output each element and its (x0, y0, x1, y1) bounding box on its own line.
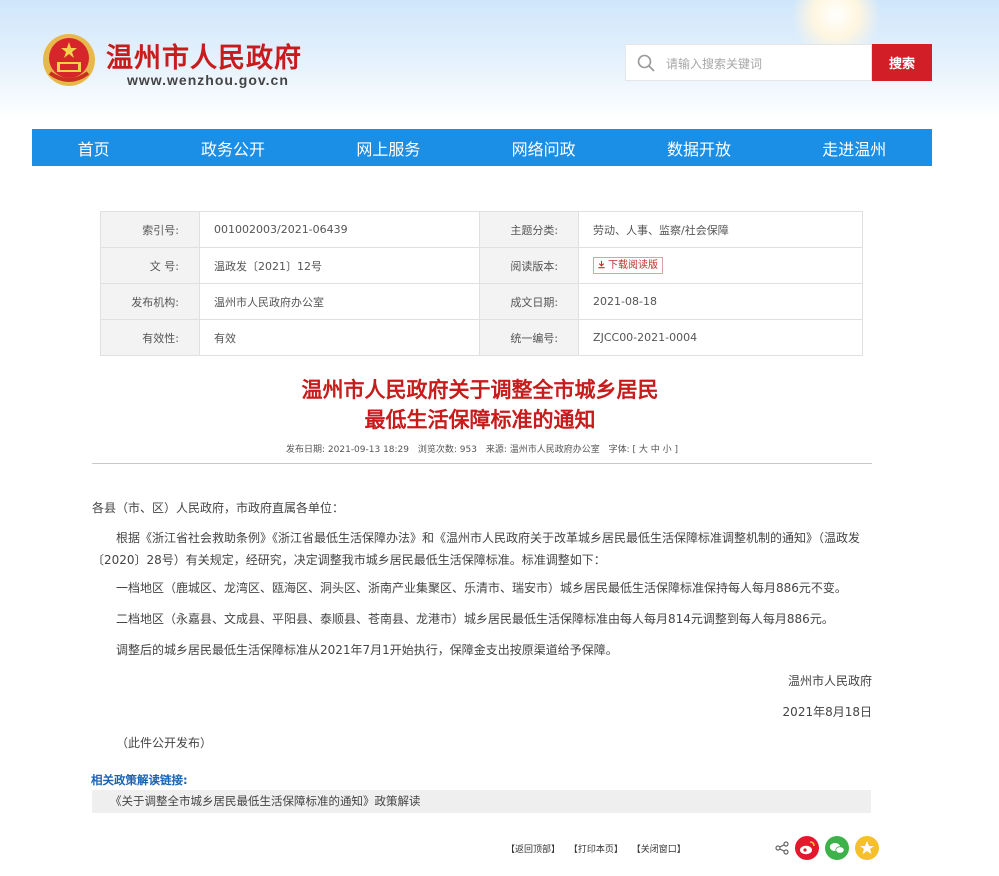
nav-item-about-wenzhou[interactable]: 走进温州 (810, 136, 898, 160)
search-box (625, 44, 872, 81)
table-row: 文 号: 温政发〔2021〕12号 阅读版本: 下载阅读版 (100, 247, 863, 284)
related-policy-bar: 《关于调整全市城乡居民最低生活保障标准的通知》政策解读 (92, 790, 871, 813)
share-icon (775, 841, 789, 855)
document-meta-table: 索引号: 001002003/2021-06439 主题分类: 劳动、人事、监察… (100, 211, 863, 356)
paragraph-basis: 根据《浙江省社会救助条例》《浙江省最低生活保障办法》和《温州市人民政府关于改革城… (92, 531, 861, 567)
table-row: 有效性: 有效 统一编号: ZJCC00-2021-0004 (100, 319, 863, 356)
font-size-switcher[interactable]: 字体: [ 大 中 小 ] (609, 445, 678, 455)
doc-no-value: 温政发〔2021〕12号 (198, 247, 481, 284)
nav-item-open-data[interactable]: 数据开放 (655, 136, 743, 160)
article-meta: 发布日期: 2021-09-13 18:29 浏览次数: 953 来源: 温州市… (92, 442, 872, 455)
download-icon (598, 260, 605, 269)
weibo-icon[interactable] (795, 836, 819, 860)
validity-label: 有效性: (100, 319, 200, 356)
share-bar (775, 836, 879, 860)
article-title-line2: 最低生活保障标准的通知 (364, 408, 596, 432)
close-window-link[interactable]: 【关闭窗口】 (632, 845, 686, 855)
print-page-link[interactable]: 【打印本页】 (569, 845, 623, 855)
salutation: 各县（市、区）人民政府，市政府直属各单位： (92, 501, 345, 515)
site-url: www.wenzhou.gov.cn (127, 72, 289, 88)
public-note: （此件公开发布） (116, 736, 213, 750)
site-title[interactable]: 温州市人民政府 (106, 36, 302, 75)
index-value: 001002003/2021-06439 (198, 211, 481, 248)
doc-no-label: 文 号: (100, 247, 200, 284)
paragraph-effective: 调整后的城乡居民最低生活保障标准从2021年7月1开始执行，保障金支出按原渠道给… (116, 643, 618, 657)
issuer-label: 发布机构: (100, 283, 200, 320)
paragraph-tier1: 一档地区（鹿城区、龙湾区、瓯海区、洞头区、浙南产业集聚区、乐清市、瑞安市）城乡居… (116, 581, 847, 595)
nav-item-online-service[interactable]: 网上服务 (344, 136, 432, 160)
serial-value: ZJCC00-2021-0004 (578, 319, 863, 356)
issuer-value: 温州市人民政府办公室 (198, 283, 481, 320)
nav-item-online-inquiry[interactable]: 网络问政 (500, 136, 588, 160)
topic-value: 劳动、人事、监察/社会保障 (578, 211, 863, 248)
serial-label: 统一编号: (479, 319, 580, 356)
back-to-top-link[interactable]: 【返回顶部】 (506, 845, 560, 855)
wechat-icon[interactable] (825, 836, 849, 860)
search-input[interactable] (664, 53, 868, 75)
paragraph-tier2: 二档地区（永嘉县、文成县、平阳县、泰顺县、苍南县、龙港市）城乡居民最低生活保障标… (116, 612, 834, 626)
table-row: 索引号: 001002003/2021-06439 主题分类: 劳动、人事、监察… (100, 211, 863, 248)
topic-label: 主题分类: (479, 211, 580, 248)
index-label: 索引号: (100, 211, 200, 248)
title-divider (92, 463, 872, 464)
view-count: 浏览次数: 953 (417, 445, 477, 455)
sign-date: 2021年8月18日 (782, 705, 872, 719)
footer-links: 【返回顶部】 【打印本页】 【关闭窗口】 (506, 842, 692, 855)
article-title-line1: 温州市人民政府关于调整全市城乡居民 (301, 378, 659, 402)
related-policy-label: 相关政策解读链接: (91, 773, 188, 787)
validity-value: 有效 (198, 319, 481, 356)
nav-item-home[interactable]: 首页 (66, 136, 122, 160)
search-icon (637, 54, 655, 72)
favorite-star-icon[interactable] (855, 836, 879, 860)
related-policy-link[interactable]: 《关于调整全市城乡居民最低生活保障标准的通知》政策解读 (110, 794, 421, 808)
reading-version-cell: 下载阅读版 (578, 247, 863, 284)
search-button[interactable]: 搜索 (872, 44, 932, 81)
date-value: 2021-08-18 (578, 283, 863, 320)
main-nav: 首页 政务公开 网上服务 网络问政 数据开放 走进温州 (32, 129, 932, 166)
reading-version-label: 阅读版本: (479, 247, 580, 284)
download-reading-label: 下载阅读版 (608, 260, 659, 271)
publish-date: 发布日期: 2021-09-13 18:29 (286, 445, 410, 455)
download-reading-button[interactable]: 下载阅读版 (593, 257, 664, 274)
table-row: 发布机构: 温州市人民政府办公室 成文日期: 2021-08-18 (100, 283, 863, 320)
article-source: 来源: 温州市人民政府办公室 (485, 445, 600, 455)
signature: 温州市人民政府 (787, 674, 872, 688)
nav-item-gov-affairs[interactable]: 政务公开 (189, 136, 277, 160)
date-label: 成文日期: (479, 283, 580, 320)
national-emblem-icon (43, 34, 95, 86)
